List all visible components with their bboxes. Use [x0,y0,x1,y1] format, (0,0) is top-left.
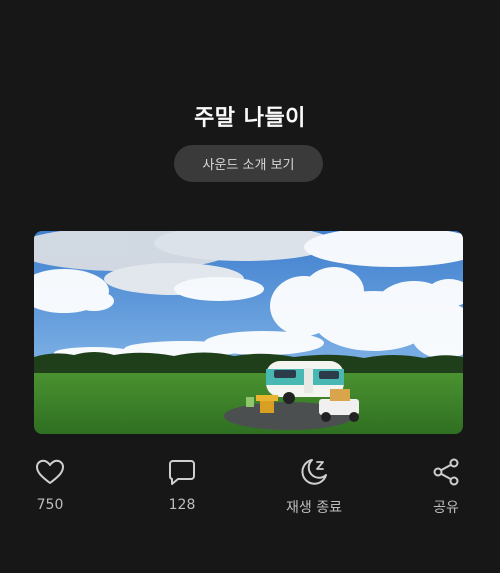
share-button[interactable]: 공유 [396,456,496,520]
sleep-timer-label: 재생 종료 [286,500,342,516]
sound-intro-button[interactable]: 사운드 소개 보기 [174,145,323,182]
post-title: 주말 나들이 [194,106,306,131]
moon-zz-icon [301,459,327,485]
like-button[interactable]: 750 [0,456,100,520]
comment-icon [169,460,195,485]
sleep-timer-button[interactable]: 재생 종료 [264,456,364,520]
share-icon [433,458,459,486]
action-bar: 750 128 재생 종료 공유 [0,456,500,526]
post-photo[interactable] [34,231,463,434]
share-label: 공유 [433,500,459,516]
tree-line [34,352,463,375]
like-count: 750 [36,497,64,513]
heart-icon [36,459,64,484]
post-viewer-screen: 주말 나들이 사운드 소개 보기 750 128 재생 종료 공유 [0,0,500,573]
comment-count: 128 [168,497,196,513]
comment-button[interactable]: 128 [132,456,232,520]
